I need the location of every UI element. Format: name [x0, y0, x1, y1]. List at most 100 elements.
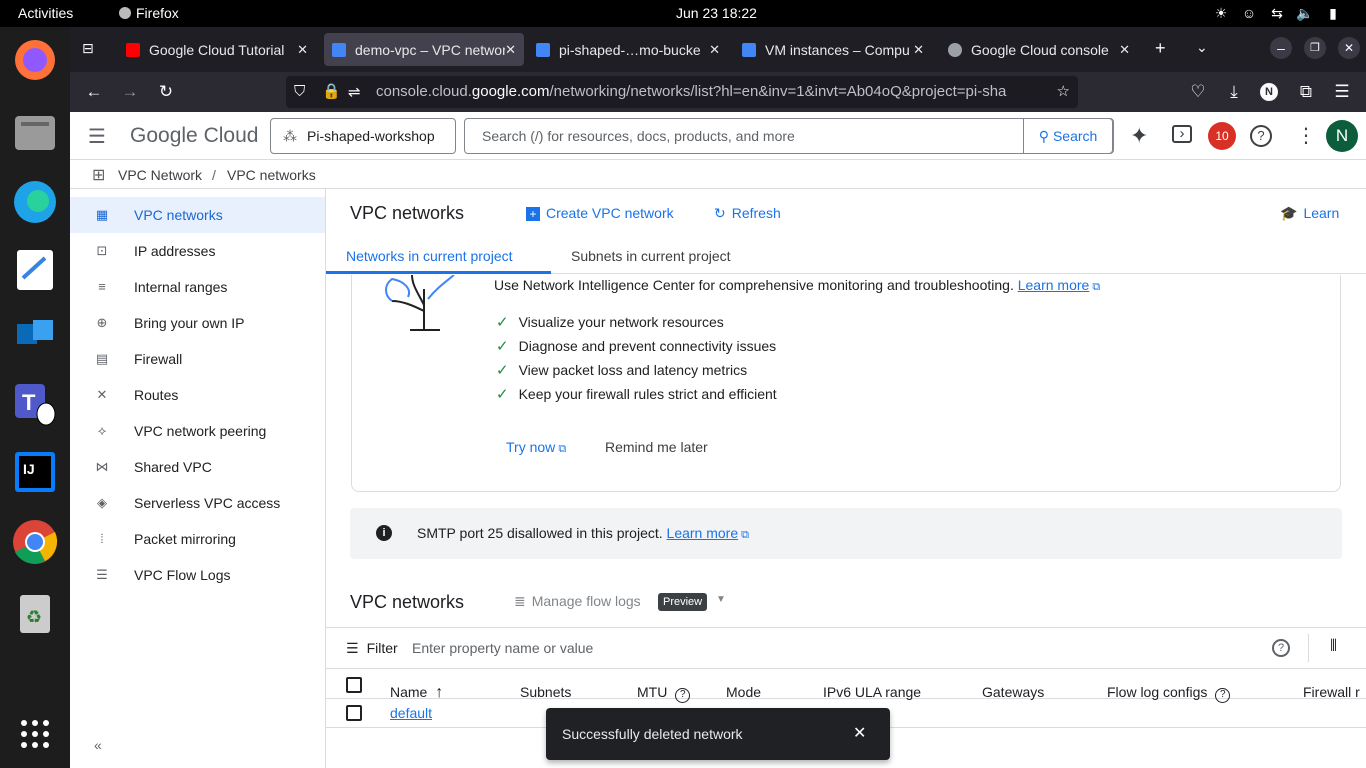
permissions-icon[interactable]: ⇌ — [348, 83, 361, 101]
hamburger-menu-icon[interactable]: ☰ — [88, 124, 106, 149]
system-tray[interactable]: ☀ ☺ ⇆ 🔈 ▮ — [1212, 4, 1342, 22]
extensions-icon[interactable]: ⧉ — [1296, 82, 1316, 102]
close-icon[interactable]: ✕ — [1119, 42, 1130, 58]
new-tab-icon[interactable]: + — [1155, 38, 1166, 59]
url-bar[interactable]: ⛉ 🔒 ⇌ console.cloud.google.com/networkin… — [286, 76, 1078, 108]
tab-4[interactable]: Google Cloud console ✕ — [940, 33, 1138, 66]
close-icon[interactable]: ✕ — [913, 42, 924, 58]
sidebar-item-vpc-networks[interactable]: ▦ VPC networks — [70, 197, 325, 233]
search-input[interactable]: Search (/) for resources, docs, products… — [482, 128, 795, 144]
lock-icon[interactable]: 🔒 — [322, 82, 341, 100]
promo-learn-more-link[interactable]: Learn more — [1018, 277, 1090, 293]
chrome-dock-icon[interactable] — [10, 517, 60, 567]
tab-subnets-current[interactable]: Subnets in current project — [551, 237, 751, 274]
app-dock-icon[interactable] — [10, 313, 60, 363]
search-button[interactable]: ⚲ Search — [1023, 118, 1113, 154]
more-options-icon[interactable]: ⋮ — [1296, 123, 1316, 148]
col-subnets[interactable]: Subnets — [520, 684, 571, 700]
sidebar-item-internal-ranges[interactable]: ≡ Internal ranges — [70, 269, 325, 305]
tab-strip: Networks in current project Subnets in c… — [326, 237, 1366, 274]
project-name: Pi-shaped-workshop — [307, 128, 435, 144]
tab-overview-icon[interactable]: ⊟ — [82, 40, 94, 57]
text-editor-dock-icon[interactable] — [10, 245, 60, 295]
firefox-dock-icon[interactable] — [10, 35, 60, 85]
tab-1[interactable]: demo-vpc – VPC network ✕ — [324, 33, 524, 66]
maximize-icon[interactable]: ❐ — [1304, 37, 1326, 59]
breadcrumb-page[interactable]: VPC networks — [227, 167, 316, 183]
avatar[interactable]: N — [1326, 120, 1358, 152]
tab-2[interactable]: pi-shaped-…mo-bucke ✕ — [528, 33, 728, 66]
notifications-badge[interactable]: 10 — [1208, 122, 1236, 150]
intellij-dock-icon[interactable]: IJ — [10, 447, 60, 497]
column-display-icon[interactable]: ⦀ — [1330, 638, 1337, 656]
learn-button[interactable]: 🎓 Learn — [1280, 205, 1339, 222]
sidebar-item-firewall[interactable]: ▤ Firewall — [70, 341, 325, 377]
dropdown-arrow-icon[interactable]: ▼ — [716, 594, 726, 605]
sidebar-item-ip-addresses[interactable]: ⊡ IP addresses — [70, 233, 325, 269]
teams-linux-dock-icon[interactable]: T — [10, 379, 60, 429]
collapse-sidebar-icon[interactable]: « — [94, 737, 102, 753]
help-icon[interactable]: ? — [1250, 125, 1272, 147]
gemini-icon[interactable]: ✦ — [1130, 123, 1148, 149]
tab-3[interactable]: VM instances – Compu ✕ — [734, 33, 932, 66]
trash-dock-icon[interactable]: ♻ — [10, 587, 60, 637]
window-close-icon[interactable]: ✕ — [1338, 37, 1360, 59]
col-firewall-rules[interactable]: Firewall r — [1303, 684, 1360, 700]
bookmark-star-icon[interactable]: ☆ — [1057, 82, 1070, 100]
show-apps-icon[interactable] — [10, 709, 60, 759]
filter-input[interactable]: Enter property name or value — [412, 640, 593, 656]
close-icon[interactable]: ✕ — [297, 42, 308, 58]
network-name-link[interactable]: default — [390, 705, 432, 721]
create-vpc-button[interactable]: + Create VPC network — [526, 205, 674, 221]
sidebar-item-serverless[interactable]: ◈ Serverless VPC access — [70, 485, 325, 521]
select-all-checkbox[interactable] — [346, 677, 362, 693]
forward-icon[interactable]: → — [120, 82, 140, 102]
breadcrumb: ⊞ VPC Network / VPC networks — [70, 160, 1366, 189]
app-menu[interactable]: Firefox — [118, 5, 179, 21]
back-icon[interactable]: ← — [84, 82, 104, 102]
sidebar-item-routes[interactable]: ✕ Routes — [70, 377, 325, 413]
internal-ranges-icon: ≡ — [98, 279, 106, 294]
tracking-protection-icon[interactable]: ⛉ — [294, 83, 305, 100]
promo-text: Use Network Intelligence Center for comp… — [494, 277, 1100, 294]
list-tabs-icon[interactable]: ⌄ — [1196, 39, 1208, 56]
tab-0[interactable]: Google Cloud Tutorial ✕ — [118, 33, 316, 66]
google-cloud-logo[interactable]: Google Cloud — [130, 124, 258, 148]
reload-icon[interactable]: ↻ — [156, 82, 176, 102]
row-checkbox[interactable] — [346, 705, 362, 721]
filter-button[interactable]: ☰ Filter — [346, 640, 398, 657]
activities-button[interactable]: Activities — [18, 5, 73, 21]
edge-dock-icon[interactable] — [10, 177, 60, 227]
col-mode[interactable]: Mode — [726, 684, 761, 700]
manage-flow-logs-button[interactable]: ≣ Manage flow logs — [514, 593, 641, 610]
menu-icon[interactable]: ☰ — [1332, 82, 1352, 102]
sidebar-item-flow-logs[interactable]: ☰ VPC Flow Logs — [70, 557, 325, 593]
smtp-learn-more-link[interactable]: Learn more — [667, 525, 739, 541]
tab-title: demo-vpc – VPC network — [355, 41, 505, 58]
downloads-icon[interactable]: ⤓ — [1224, 82, 1244, 102]
close-icon[interactable]: ✕ — [853, 723, 866, 743]
browser-nav-bar: ← → ↻ ⛉ 🔒 ⇌ console.cloud.google.com/net… — [70, 72, 1366, 112]
project-selector[interactable]: ⁂ Pi-shaped-workshop — [270, 118, 456, 154]
cloud-shell-icon[interactable]: › — [1172, 125, 1192, 143]
col-gateways[interactable]: Gateways — [982, 684, 1044, 700]
close-icon[interactable]: ✕ — [505, 42, 516, 58]
tab-networks-current[interactable]: Networks in current project — [326, 237, 551, 274]
pocket-icon[interactable]: ♡ — [1188, 82, 1208, 102]
sidebar-item-peering[interactable]: ⟡ VPC network peering — [70, 413, 325, 449]
try-now-button[interactable]: Try now ⧉ — [506, 439, 566, 456]
files-dock-icon[interactable] — [10, 107, 60, 157]
breadcrumb-product[interactable]: VPC Network — [118, 167, 202, 183]
remind-later-button[interactable]: Remind me later — [605, 439, 708, 455]
col-ipv6[interactable]: IPv6 ULA range — [823, 684, 921, 700]
account-icon[interactable]: N — [1260, 83, 1278, 101]
refresh-button[interactable]: ↻ Refresh — [714, 205, 781, 222]
search-bar[interactable]: Search (/) for resources, docs, products… — [464, 118, 1114, 154]
sidebar-item-packet-mirroring[interactable]: ⦙ Packet mirroring — [70, 521, 325, 557]
sidebar-item-byoip[interactable]: ⊕ Bring your own IP — [70, 305, 325, 341]
clock[interactable]: Jun 23 18:22 — [676, 5, 757, 21]
minimize-icon[interactable]: – — [1270, 37, 1292, 59]
help-icon[interactable]: ? — [1272, 639, 1290, 657]
close-icon[interactable]: ✕ — [709, 42, 720, 58]
sidebar-item-shared-vpc[interactable]: ⋈ Shared VPC — [70, 449, 325, 485]
